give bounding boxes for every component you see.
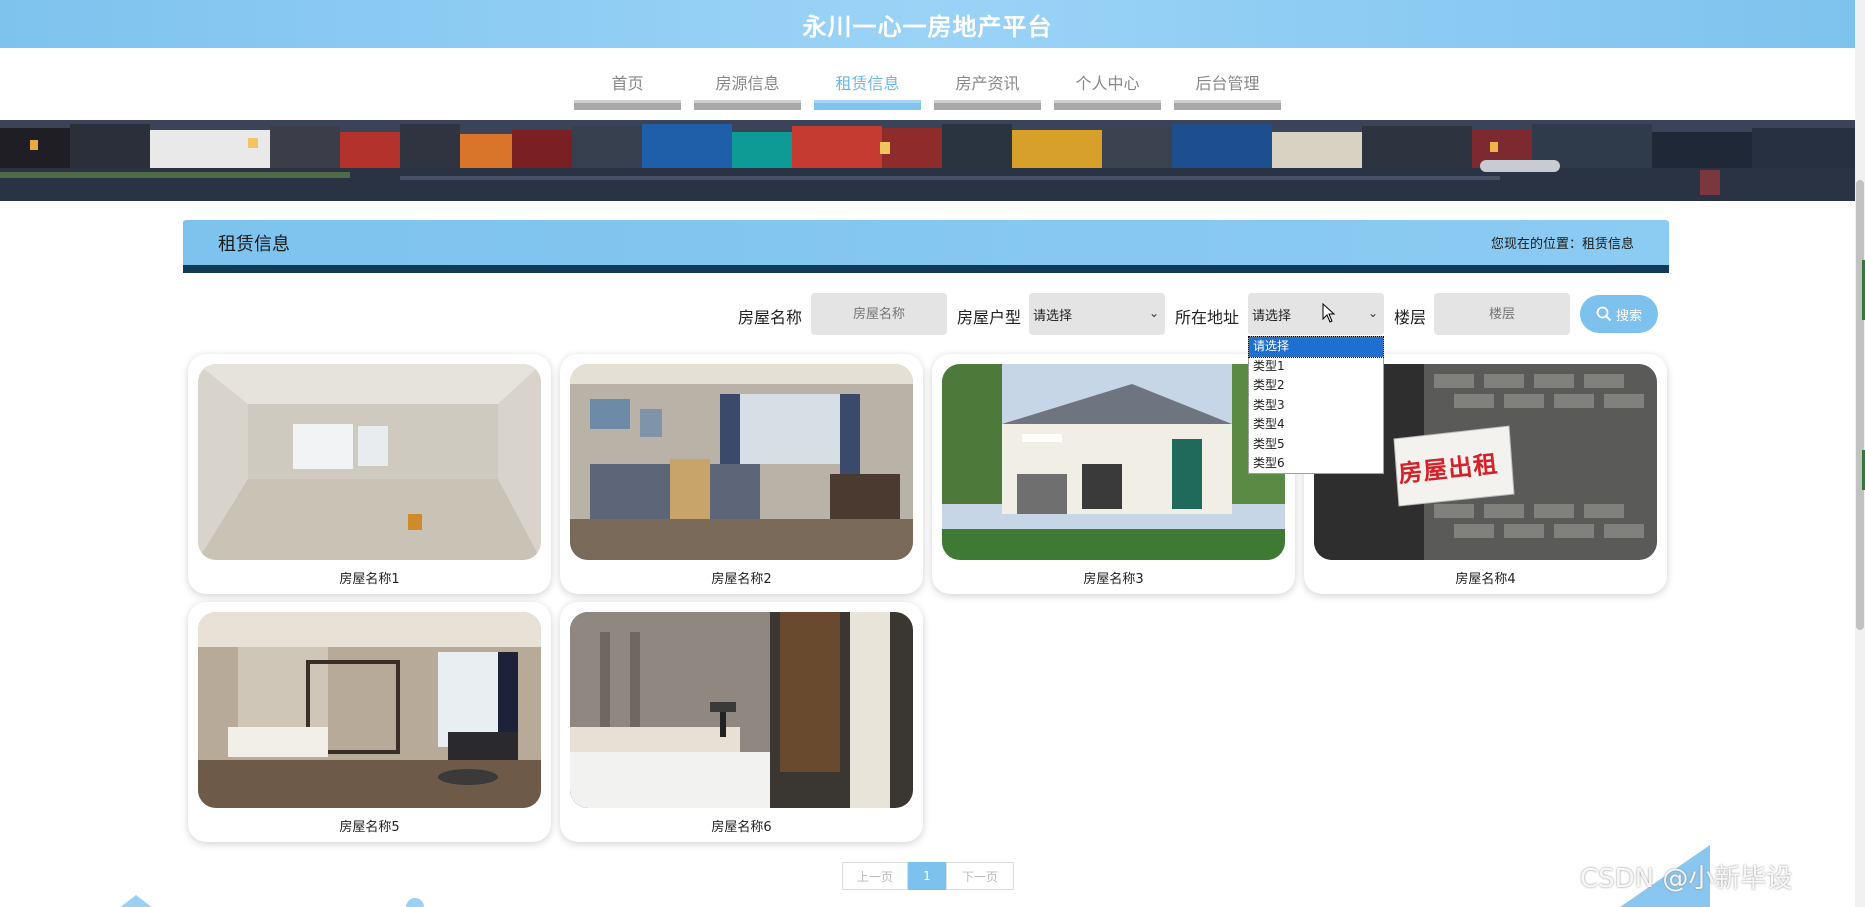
section-header: 租赁信息 您现在的位置：租赁信息	[183, 220, 1669, 273]
current-page-button[interactable]: 1	[908, 862, 946, 890]
nav-underline	[1174, 100, 1281, 110]
nav-item-news[interactable]: 房产资讯	[934, 66, 1041, 110]
breadcrumb: 您现在的位置：租赁信息	[1490, 237, 1634, 252]
nav-item-admin[interactable]: 后台管理	[1174, 66, 1281, 110]
nav-item-rentals[interactable]: 租赁信息	[814, 66, 921, 110]
floor-label: 楼层	[1394, 308, 1427, 327]
name-label: 房屋名称	[738, 308, 803, 327]
address-label: 所在地址	[1175, 308, 1240, 327]
house-name-input[interactable]	[811, 293, 947, 335]
nav-underline	[694, 100, 801, 110]
floor-input[interactable]	[1434, 293, 1570, 335]
next-page-button[interactable]: 下一页	[946, 862, 1014, 890]
nav-underline	[574, 100, 681, 110]
listing-card[interactable]: 房屋名称3	[932, 354, 1295, 594]
bedroom-photo[interactable]	[570, 364, 913, 560]
type-label: 房屋户型	[957, 308, 1022, 327]
listing-name[interactable]: 房屋名称3	[932, 568, 1295, 587]
watermark-text: CSDN @小新毕设	[1580, 864, 1793, 894]
nav-underline	[934, 100, 1041, 110]
dropdown-option[interactable]: 类型1	[1249, 357, 1383, 377]
banner-image	[0, 120, 1855, 201]
nav-label: 房源信息	[715, 74, 780, 93]
address-dropdown-list[interactable]: 请选择 类型1 类型2 类型3 类型4 类型5 类型6	[1248, 336, 1384, 474]
listing-name[interactable]: 房屋名称1	[188, 568, 551, 587]
chevron-down-icon: ⌄	[1148, 306, 1159, 320]
decorative-triangle	[118, 895, 154, 907]
listing-name[interactable]: 房屋名称4	[1304, 568, 1667, 587]
modern-bedroom-photo[interactable]	[570, 612, 913, 808]
nav-underline	[1054, 100, 1161, 110]
search-bar: 房屋名称 房屋户型 请选择 ⌄ 所在地址 请选择 ⌄ 楼层 搜索	[0, 293, 1855, 335]
nav-label: 房产资讯	[955, 74, 1020, 93]
nav-label: 后台管理	[1195, 74, 1260, 93]
section-title: 租赁信息	[218, 234, 290, 255]
site-title: 永川一心一房地产平台	[802, 12, 1053, 41]
dropdown-option[interactable]: 类型4	[1249, 415, 1383, 435]
nav-label: 个人中心	[1075, 74, 1140, 93]
luxury-bedroom-photo[interactable]	[198, 612, 541, 808]
listing-card[interactable]: 房屋名称2	[560, 354, 923, 594]
nav-item-profile[interactable]: 个人中心	[1054, 66, 1161, 110]
pagination: 上一页 1 下一页	[842, 862, 1014, 890]
dropdown-option[interactable]: 请选择	[1248, 336, 1384, 358]
nav-item-listings[interactable]: 房源信息	[694, 66, 801, 110]
villa-photo[interactable]	[942, 364, 1285, 560]
dropdown-option[interactable]: 类型6	[1249, 454, 1383, 474]
site-header: 永川一心一房地产平台	[0, 0, 1855, 48]
nav-underline	[814, 100, 921, 110]
empty-room-photo[interactable]	[198, 364, 541, 560]
prev-page-button[interactable]: 上一页	[842, 862, 908, 890]
search-button-label: 搜索	[1615, 308, 1642, 324]
decorative-dot	[406, 898, 424, 907]
search-icon	[1596, 306, 1612, 322]
listing-card[interactable]: 房屋名称6	[560, 602, 923, 842]
listing-name[interactable]: 房屋名称6	[560, 816, 923, 835]
search-button[interactable]: 搜索	[1580, 295, 1658, 333]
dropdown-option[interactable]: 类型5	[1249, 435, 1383, 455]
listing-card[interactable]: 房屋名称1	[188, 354, 551, 594]
listing-card[interactable]: 房屋名称5	[188, 602, 551, 842]
nav-label: 租赁信息	[835, 74, 900, 93]
chevron-down-icon: ⌄	[1367, 306, 1378, 320]
address-select-value: 请选择	[1252, 308, 1292, 324]
address-select[interactable]: 请选择 ⌄	[1248, 293, 1384, 335]
main-nav: 首页 房源信息 租赁信息 房产资讯 个人中心 后台管理	[0, 66, 1855, 116]
dropdown-option[interactable]: 类型3	[1249, 396, 1383, 416]
listing-name[interactable]: 房屋名称2	[560, 568, 923, 587]
dropdown-option[interactable]: 类型2	[1249, 376, 1383, 396]
mouse-cursor-icon	[1322, 303, 1336, 323]
nav-label: 首页	[611, 74, 644, 93]
type-select-value: 请选择	[1033, 308, 1073, 324]
scrollbar-thumb[interactable]	[1856, 180, 1864, 630]
listing-name[interactable]: 房屋名称5	[188, 816, 551, 835]
house-type-select[interactable]: 请选择 ⌄	[1029, 293, 1165, 335]
nav-item-home[interactable]: 首页	[574, 66, 681, 110]
